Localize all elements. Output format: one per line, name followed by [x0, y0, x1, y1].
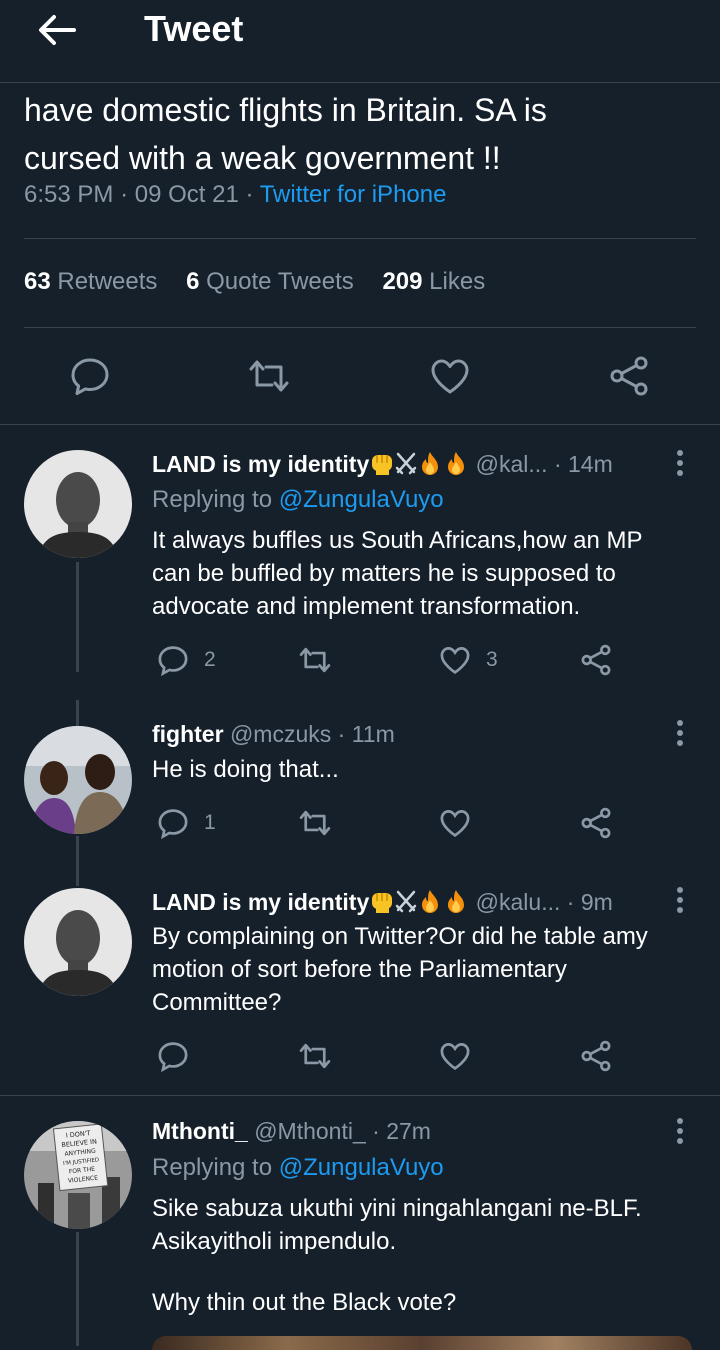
user-handle[interactable]: @kal...: [476, 451, 548, 477]
reply-text: It always buffles us South Africans,how …: [152, 527, 643, 620]
crossed-swords-emoji-icon: [395, 888, 417, 914]
user-handle[interactable]: @Mthonti_: [254, 1118, 366, 1144]
more-options-icon[interactable]: [676, 719, 684, 747]
reply-button[interactable]: 2: [156, 643, 216, 677]
retweet-icon: [299, 1043, 331, 1069]
like-count: 3: [486, 648, 498, 671]
reply-text: Sike sabuza ukuthi yini ningahlangani ne…: [152, 1195, 642, 1316]
display-name[interactable]: Mthonti_: [152, 1118, 248, 1144]
more-options-icon[interactable]: [676, 449, 684, 477]
top-bar: Tweet: [0, 0, 720, 83]
reply-text: He is doing that...: [152, 756, 339, 783]
tweet-time: 6:53 PM: [24, 181, 114, 208]
reply-icon[interactable]: [68, 354, 112, 398]
reply-count: 1: [204, 811, 216, 834]
replying-to: Replying to @ZungulaVuyo: [152, 486, 444, 513]
tweet-stats: 63 Retweets 6 Quote Tweets 209 Likes: [24, 268, 507, 296]
avatar[interactable]: [24, 450, 132, 558]
user-handle[interactable]: @kalu...: [476, 889, 561, 915]
share-button[interactable]: [579, 806, 613, 840]
back-arrow-icon[interactable]: [34, 12, 78, 48]
avatar[interactable]: I DON'T BELIEVE IN ANYTHING I'M JUSTIFIE…: [24, 1121, 132, 1229]
share-button[interactable]: [579, 643, 613, 677]
avatar[interactable]: [24, 888, 132, 996]
like-button[interactable]: 3: [438, 643, 498, 677]
tweet-date: 09 Oct 21: [134, 181, 239, 208]
divider: [24, 327, 696, 328]
reply-header: fighter @mczuks · 11m: [152, 721, 395, 748]
quote-tweets-stat[interactable]: 6 Quote Tweets: [186, 268, 354, 295]
thread-line: [76, 1232, 79, 1346]
like-heart-icon: [440, 647, 470, 674]
reply-time: · 27m: [372, 1118, 431, 1144]
fire-emoji-icon: [417, 888, 443, 914]
thread-line: [76, 562, 79, 672]
display-name[interactable]: LAND is my identity: [152, 451, 369, 477]
avatar[interactable]: [24, 726, 132, 834]
share-button[interactable]: [579, 1039, 613, 1073]
like-heart-icon: [440, 1043, 470, 1070]
raised-fist-emoji-icon: [369, 888, 395, 914]
reply-count: 2: [204, 648, 216, 671]
share-icon: [581, 807, 611, 839]
reply-time: · 14m: [553, 451, 613, 477]
reply-header: Mthonti_ @Mthonti_ · 27m: [152, 1118, 431, 1145]
retweets-stat[interactable]: 63 Retweets: [24, 268, 157, 295]
like-button[interactable]: [438, 806, 472, 840]
likes-stat[interactable]: 209 Likes: [382, 268, 485, 295]
reply-button[interactable]: [156, 1039, 190, 1073]
tweet-source-link[interactable]: Twitter for iPhone: [260, 181, 447, 208]
thread-line: [76, 836, 79, 886]
mention-link[interactable]: @ZungulaVuyo: [279, 1154, 444, 1181]
retweet-button[interactable]: [298, 806, 332, 840]
retweet-button[interactable]: [298, 643, 332, 677]
raised-fist-emoji-icon: [369, 450, 395, 476]
tweet-text-line: have domestic flights in Britain. SA is: [24, 92, 547, 128]
divider: [0, 424, 720, 425]
more-options-icon[interactable]: [676, 886, 684, 914]
crossed-swords-emoji-icon: [395, 450, 417, 476]
media-image-preview[interactable]: [152, 1336, 692, 1350]
like-button[interactable]: [438, 1039, 472, 1073]
fire-emoji-icon: [443, 450, 469, 476]
reply-time: · 11m: [337, 721, 395, 747]
reply-header: LAND is my identity @kalu... · 9m: [152, 888, 613, 916]
mention-link[interactable]: @ZungulaVuyo: [279, 486, 444, 513]
tweet-text-line: cursed with a weak government !!: [24, 140, 501, 176]
reply-icon: [158, 809, 188, 840]
meta-separator: ·: [245, 181, 254, 208]
reply-icon: [158, 1042, 188, 1073]
reply-time: · 9m: [566, 889, 613, 915]
more-options-icon[interactable]: [676, 1117, 684, 1145]
share-icon[interactable]: [607, 354, 651, 398]
fire-emoji-icon: [443, 888, 469, 914]
divider: [24, 238, 696, 239]
retweet-icon: [299, 810, 331, 836]
retweet-icon[interactable]: [247, 354, 291, 398]
user-handle[interactable]: @mczuks: [230, 721, 331, 747]
tweet-meta: 6:53 PM · 09 Oct 21 · Twitter for iPhone: [24, 181, 446, 209]
like-heart-icon[interactable]: [428, 354, 472, 398]
reply-text: By complaining on Twitter?Or did he tabl…: [152, 923, 648, 1016]
display-name[interactable]: LAND is my identity: [152, 889, 369, 915]
reply-icon: [158, 646, 188, 677]
retweet-icon: [299, 647, 331, 673]
display-name[interactable]: fighter: [152, 721, 224, 747]
thread-line: [76, 700, 79, 726]
share-icon: [581, 1040, 611, 1072]
share-icon: [581, 644, 611, 676]
retweet-button[interactable]: [298, 1039, 332, 1073]
reply-button[interactable]: 1: [156, 806, 216, 840]
meta-separator: ·: [120, 181, 129, 208]
replying-to: Replying to @ZungulaVuyo: [152, 1154, 444, 1181]
like-heart-icon: [440, 810, 470, 837]
tweet-text: have domestic flights in Britain. SA is …: [24, 86, 704, 182]
fire-emoji-icon: [417, 450, 443, 476]
reply-header: LAND is my identity @kal... · 14m: [152, 450, 613, 478]
divider: [0, 1095, 720, 1096]
page-title: Tweet: [144, 8, 244, 49]
